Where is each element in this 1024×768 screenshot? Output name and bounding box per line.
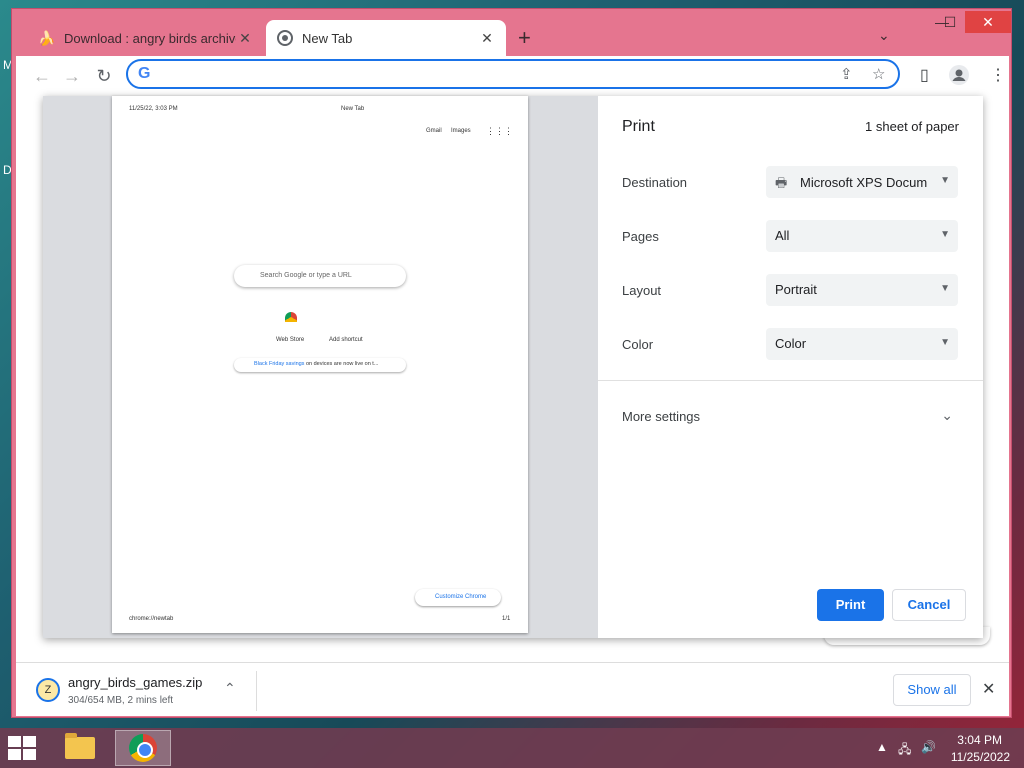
new-tab-button[interactable]: +: [518, 25, 531, 51]
pages-value: All: [775, 228, 790, 243]
preview-footer-page: 1/1: [502, 616, 511, 622]
reload-icon[interactable]: ↻: [92, 64, 116, 88]
star-icon[interactable]: ☆: [872, 65, 885, 83]
windows-start-icon[interactable]: [8, 736, 38, 762]
share-icon[interactable]: ⇪: [840, 65, 853, 83]
chrome-window: 🍌 Download : angry birds archive [ ✕ New…: [11, 8, 1012, 718]
color-value: Color: [775, 336, 807, 351]
preview-search-box: Search Google or type a URL: [234, 265, 406, 287]
preview-header-title: New Tab: [341, 106, 365, 112]
print-preview-area: 11/25/22, 3:03 PM New Tab Gmail Images ⋮…: [43, 96, 598, 638]
preview-header-date: 11/25/22, 3:03 PM: [129, 106, 178, 112]
destination-select[interactable]: 🖶 Microsoft XPS Docum ▼: [766, 166, 958, 198]
close-icon[interactable]: ✕: [478, 30, 496, 47]
layout-select[interactable]: Portrait ▼: [766, 274, 958, 306]
network-icon[interactable]: 🖧: [898, 740, 911, 761]
maximize-button[interactable]: ☐: [935, 11, 965, 33]
tab-title: Download : angry birds archive [: [64, 30, 236, 46]
preview-shortcut-webstore: Web Store: [276, 337, 305, 343]
tab-angry-birds[interactable]: 🍌 Download : angry birds archive [ ✕: [28, 20, 264, 56]
chrome-icon: [276, 29, 294, 47]
chevron-down-icon[interactable]: ⌄: [878, 27, 890, 44]
color-label: Color: [622, 337, 654, 352]
preview-notice: Black Friday savings on devices are now …: [234, 358, 406, 372]
downloads-bar: Z angry_birds_games.zip 304/654 MB, 2 mi…: [16, 662, 1009, 716]
preview-customize-button: Customize Chrome: [415, 589, 501, 606]
layout-label: Layout: [622, 283, 662, 298]
pages-select[interactable]: All ▼: [766, 220, 958, 252]
tab-title: New Tab: [302, 30, 353, 46]
close-window-button[interactable]: ✕: [965, 11, 1011, 33]
dropdown-arrow-icon: ▼: [940, 229, 950, 240]
download-status: 304/654 MB, 2 mins left: [68, 695, 174, 706]
address-input[interactable]: [162, 65, 822, 85]
destination-value: Microsoft XPS Docum: [800, 175, 928, 190]
layout-value: Portrait: [775, 282, 817, 297]
web-store-icon: [285, 312, 297, 322]
color-select[interactable]: Color ▼: [766, 328, 958, 360]
tray-up-arrow-icon[interactable]: ▲: [876, 740, 888, 754]
preview-images-link: Images: [451, 128, 471, 134]
print-dialog: 11/25/22, 3:03 PM New Tab Gmail Images ⋮…: [43, 96, 983, 638]
download-filename[interactable]: angry_birds_games.zip: [68, 675, 202, 690]
clock-time[interactable]: 3:04 PM: [957, 733, 1002, 747]
apps-grid-icon: ⋮⋮⋮: [486, 126, 513, 136]
dropdown-arrow-icon: ▼: [940, 175, 950, 186]
preview-shortcut-add: Add shortcut: [329, 337, 363, 343]
show-all-button[interactable]: Show all: [893, 674, 971, 706]
preview-page: 11/25/22, 3:03 PM New Tab Gmail Images ⋮…: [112, 96, 528, 633]
divider: [256, 671, 257, 711]
page-content: 11/25/22, 3:03 PM New Tab Gmail Images ⋮…: [16, 96, 1009, 662]
chevron-down-icon[interactable]: ⌄: [941, 407, 953, 424]
taskbar: ▲ 🖧 🔊 3:04 PM 11/25/2022: [0, 728, 1024, 768]
tab-strip: 🍌 Download : angry birds archive [ ✕ New…: [12, 9, 1011, 56]
forward-arrow-icon[interactable]: →: [60, 64, 84, 88]
dropdown-arrow-icon: ▼: [940, 337, 950, 348]
back-arrow-icon[interactable]: ←: [30, 64, 54, 88]
preview-gmail-link: Gmail: [426, 128, 442, 134]
print-title: Print: [622, 118, 655, 135]
print-button[interactable]: Print: [817, 589, 884, 621]
destination-label: Destination: [622, 175, 688, 190]
close-icon[interactable]: ✕: [982, 679, 995, 699]
close-icon[interactable]: ✕: [236, 30, 254, 47]
address-bar[interactable]: G ⇪ ☆: [126, 59, 900, 89]
more-settings-toggle[interactable]: More settings: [622, 409, 700, 424]
side-panel-icon[interactable]: ▯: [920, 65, 929, 85]
clock-date[interactable]: 11/25/2022: [951, 750, 1010, 764]
more-menu-icon[interactable]: ⋮: [990, 65, 1006, 85]
file-explorer-icon[interactable]: [52, 730, 108, 766]
divider: [598, 380, 983, 381]
sheet-count: 1 sheet of paper: [865, 119, 959, 134]
chevron-up-icon[interactable]: ⌃: [224, 680, 236, 697]
preview-footer-url: chrome://newtab: [129, 616, 174, 622]
google-icon: G: [138, 65, 151, 82]
print-settings-panel: Print 1 sheet of paper Destination 🖶 Micr…: [598, 96, 983, 638]
browser-toolbar: ← → ↻ G ⇪ ☆ ▯ ⋮: [16, 56, 1009, 96]
volume-icon[interactable]: 🔊: [921, 740, 936, 754]
zip-file-icon: Z: [36, 678, 60, 702]
pages-label: Pages: [622, 229, 659, 244]
notice-text: on devices are now live on t...: [304, 361, 379, 367]
dropdown-arrow-icon: ▼: [940, 283, 950, 294]
printer-icon: 🖶: [775, 175, 788, 190]
profile-avatar-icon[interactable]: [949, 65, 969, 90]
chrome-taskbar-icon[interactable]: [115, 730, 171, 766]
tab-new-tab[interactable]: New Tab ✕: [266, 20, 506, 56]
notice-link: Black Friday savings: [254, 361, 305, 367]
banana-icon: 🍌: [38, 29, 56, 46]
cancel-button[interactable]: Cancel: [892, 589, 966, 621]
